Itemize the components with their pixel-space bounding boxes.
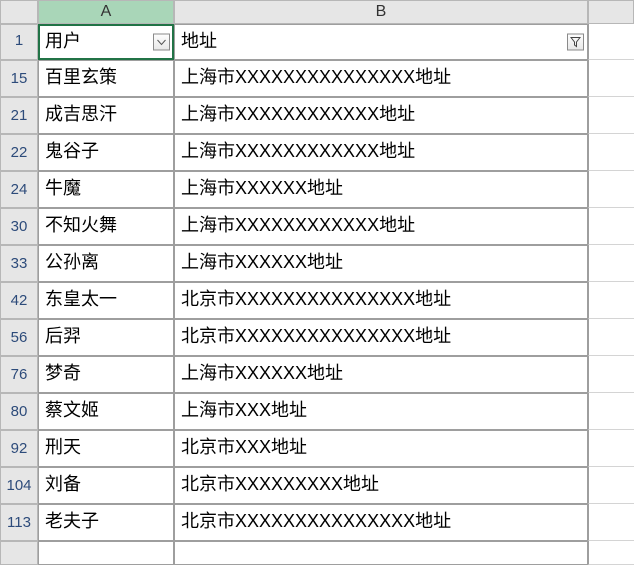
column-header-B[interactable]: B	[174, 0, 588, 24]
row-header[interactable]: 56	[0, 319, 38, 356]
cell-user[interactable]: 公孙离	[38, 245, 174, 282]
cell-user[interactable]: 东皇太一	[38, 282, 174, 319]
select-all-corner[interactable]	[0, 0, 38, 24]
funnel-icon	[570, 37, 581, 48]
row-header[interactable]: 15	[0, 60, 38, 97]
row-header[interactable]: 30	[0, 208, 38, 245]
cell-empty[interactable]	[588, 282, 634, 319]
cell-addr[interactable]: 上海市XXXXXXXXXXXX地址	[174, 208, 588, 245]
cell-empty[interactable]	[588, 97, 634, 134]
cell-addr[interactable]: 北京市XXX地址	[174, 430, 588, 467]
cell-user[interactable]: 不知火舞	[38, 208, 174, 245]
cell-user[interactable]: 刑天	[38, 430, 174, 467]
cell-user[interactable]: 梦奇	[38, 356, 174, 393]
cell-empty[interactable]	[588, 393, 634, 430]
row-header[interactable]: 76	[0, 356, 38, 393]
cell-addr[interactable]: 北京市XXXXXXXXX地址	[174, 467, 588, 504]
row-header[interactable]: 22	[0, 134, 38, 171]
cell-empty[interactable]	[588, 134, 634, 171]
cell-addr[interactable]: 上海市XXXXXXXXXXXX地址	[174, 134, 588, 171]
cell-empty[interactable]	[588, 245, 634, 282]
row-header[interactable]: 21	[0, 97, 38, 134]
cell-user[interactable]: 百里玄策	[38, 60, 174, 97]
header-addr-label: 地址	[181, 31, 217, 51]
cell-empty[interactable]	[174, 541, 588, 565]
cell-addr[interactable]: 北京市XXXXXXXXXXXXXXX地址	[174, 319, 588, 356]
row-header[interactable]: 104	[0, 467, 38, 504]
cell-B1[interactable]: 地址	[174, 24, 588, 60]
cell-user[interactable]: 老夫子	[38, 504, 174, 541]
cell-user[interactable]: 牛魔	[38, 171, 174, 208]
row-header[interactable]: 1	[0, 24, 38, 60]
column-header-A[interactable]: A	[38, 0, 174, 24]
cell-user[interactable]: 刘备	[38, 467, 174, 504]
cell-addr[interactable]: 上海市XXX地址	[174, 393, 588, 430]
cell-addr[interactable]: 上海市XXXXXX地址	[174, 171, 588, 208]
row-header[interactable]: 33	[0, 245, 38, 282]
row-header[interactable]: 24	[0, 171, 38, 208]
cell-addr[interactable]: 上海市XXXXXXXXXXXX地址	[174, 97, 588, 134]
cell-addr[interactable]: 上海市XXXXXX地址	[174, 245, 588, 282]
cell-user[interactable]: 后羿	[38, 319, 174, 356]
cell-empty[interactable]	[588, 504, 634, 541]
chevron-down-icon	[157, 39, 166, 45]
cell-empty[interactable]	[588, 60, 634, 97]
cell-empty[interactable]	[38, 541, 174, 565]
cell-empty[interactable]	[588, 171, 634, 208]
filter-button-addr[interactable]	[567, 34, 584, 51]
cell-user[interactable]: 蔡文姬	[38, 393, 174, 430]
cell-user[interactable]: 鬼谷子	[38, 134, 174, 171]
cell-C1[interactable]	[588, 24, 634, 60]
cell-A1[interactable]: 用户	[38, 24, 174, 60]
cell-addr[interactable]: 上海市XXXXXXXXXXXXXXX地址	[174, 60, 588, 97]
header-user-label: 用户	[45, 31, 81, 51]
row-header[interactable]: 42	[0, 282, 38, 319]
cell-empty[interactable]	[588, 467, 634, 504]
cell-addr[interactable]: 北京市XXXXXXXXXXXXXXX地址	[174, 282, 588, 319]
cell-empty[interactable]	[588, 319, 634, 356]
column-header-C[interactable]	[588, 0, 634, 24]
filter-button-user[interactable]	[153, 34, 170, 51]
cell-addr[interactable]: 上海市XXXXXX地址	[174, 356, 588, 393]
row-header[interactable]: 80	[0, 393, 38, 430]
cell-empty[interactable]	[588, 430, 634, 467]
cell-empty[interactable]	[588, 356, 634, 393]
row-header[interactable]: 113	[0, 504, 38, 541]
row-header[interactable]: 92	[0, 430, 38, 467]
cell-empty[interactable]	[588, 208, 634, 245]
row-header[interactable]	[0, 541, 38, 565]
cell-empty[interactable]	[588, 541, 634, 565]
cell-user[interactable]: 成吉思汗	[38, 97, 174, 134]
cell-addr[interactable]: 北京市XXXXXXXXXXXXXXX地址	[174, 504, 588, 541]
